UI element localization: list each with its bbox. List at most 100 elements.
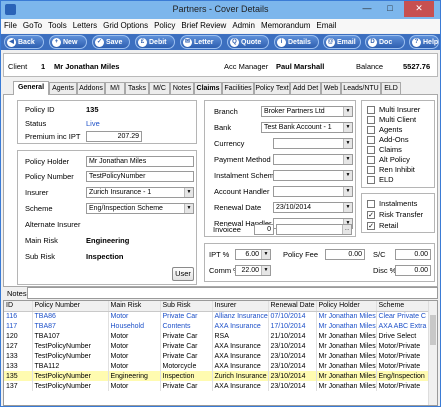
table-row[interactable]: 135 TestPolicyNumber Engineering Inspection… (4, 371, 436, 381)
scheme-label: Scheme (25, 204, 53, 213)
tab-leads-ntu[interactable]: Leads/NTU (341, 82, 381, 94)
sc-field[interactable]: 0.00 (395, 249, 431, 260)
col-id[interactable]: ID (4, 301, 33, 312)
invoicee-number[interactable]: 0 (254, 224, 274, 235)
details-button[interactable]: i Details (274, 35, 319, 49)
menu-admin[interactable]: Admin (229, 19, 258, 33)
risk-transfer-checkbox[interactable]: ✓ (367, 211, 375, 219)
tab-web[interactable]: Web (321, 82, 341, 94)
table-row[interactable]: 127 TestPolicyNumber Motor Private Car AXA I… (4, 341, 436, 351)
col-policy-number[interactable]: Policy Number (32, 301, 109, 312)
help-button[interactable]: ? Help (409, 35, 439, 49)
instalments-label: Instalments (379, 199, 418, 208)
table-row[interactable]: 133 TBA112 Motor Motorcycle AXA Insurance 23/… (4, 361, 436, 371)
policy-holder-field[interactable]: Mr Jonathan Miles (86, 156, 194, 167)
scrollbar-thumb[interactable] (430, 315, 436, 345)
email-button[interactable]: @ Email (323, 35, 361, 49)
close-icon[interactable]: ✕ (404, 1, 434, 17)
tab-agents[interactable]: Agents (49, 82, 77, 94)
col-scheme[interactable]: Scheme (376, 301, 436, 312)
payment-method-select[interactable]: ▼ (273, 154, 353, 165)
col-sub-risk[interactable]: Sub Risk (160, 301, 213, 312)
claims-checkbox[interactable] (367, 146, 375, 154)
maximize-icon[interactable]: □ (379, 1, 401, 17)
table-row[interactable]: 117 TBA87 Household Contents AXA Insurance 17… (4, 321, 436, 331)
menu-grid-options[interactable]: Grid Options (100, 19, 151, 33)
table-row[interactable]: 120 TBA107 Motor Private Car RSA 21/10/2014 Mr… (4, 331, 436, 341)
multi-insurer-checkbox[interactable] (367, 106, 375, 114)
table-cell: TBA87 (32, 321, 109, 331)
minimize-icon[interactable]: — (356, 1, 378, 17)
policy-fee-field[interactable]: 0.00 (325, 249, 365, 260)
table-row[interactable]: 133 TestPolicyNumber Motor Private Car AXA I… (4, 351, 436, 361)
doc-man-button[interactable]: DDoc Man (365, 35, 405, 60)
col-main-risk[interactable]: Main Risk (108, 301, 161, 312)
grid-scrollbar[interactable] (428, 301, 437, 405)
tab-facilities[interactable]: Facilities (222, 82, 254, 94)
letter-button[interactable]: ✉ Letter (180, 35, 222, 49)
table-cell: Private Car (160, 351, 213, 361)
policy-number-field[interactable]: TestPolicyNumber (86, 171, 194, 182)
back-button[interactable]: ◀ Back (4, 35, 44, 49)
eld-checkbox[interactable] (367, 176, 375, 184)
user-button[interactable]: User (172, 267, 194, 281)
invoicee-field[interactable]: … (276, 224, 352, 235)
premium-field[interactable]: 207.29 (86, 131, 142, 142)
retail-checkbox[interactable]: ✓ (367, 222, 375, 230)
col-insurer[interactable]: Insurer (212, 301, 269, 312)
col-renewal-date[interactable]: Renewal Date (268, 301, 317, 312)
disc-field[interactable]: 0.00 (395, 265, 431, 276)
tab-tasks[interactable]: Tasks (125, 82, 149, 94)
renewal-date-label: Renewal Date (214, 203, 262, 212)
instalments-checkbox[interactable] (367, 200, 375, 208)
tab-add-det[interactable]: Add Det (290, 82, 321, 94)
multi-client-checkbox[interactable] (367, 116, 375, 124)
menu-brief-review[interactable]: Brief Review (178, 19, 229, 33)
premium-label: Premium inc IPT (25, 132, 81, 141)
table-cell: 23/10/2014 (268, 381, 317, 391)
comm-select[interactable]: 22.00 ▼ (235, 265, 271, 276)
search-icon[interactable]: … (342, 225, 351, 234)
table-row[interactable]: 116 TBA86 Motor Private Car Allianz Insuranc… (4, 311, 436, 321)
scheme-select[interactable]: Eng/Inspection Scheme ▼ (86, 203, 194, 214)
menu-policy[interactable]: Policy (151, 19, 178, 33)
notes-field[interactable] (27, 287, 438, 299)
save-button[interactable]: ✓ Save (92, 35, 130, 49)
ipt-select[interactable]: 6.00 ▼ (235, 249, 271, 260)
tab-mi[interactable]: M/I (105, 82, 125, 94)
calendar-icon[interactable]: ▼ (343, 203, 352, 212)
menu-goto[interactable]: GoTo (20, 19, 45, 33)
insurer-select[interactable]: Zurich Insurance - 1 ▼ (86, 187, 194, 198)
tab-mc[interactable]: M/C (149, 82, 170, 94)
tab-policy-text[interactable]: Policy Text (254, 82, 290, 94)
quote-icon: Q (230, 38, 239, 47)
menu-memorandum[interactable]: Memorandum (258, 19, 313, 33)
menu-tools[interactable]: Tools (45, 19, 70, 33)
alt-policy-checkbox[interactable] (367, 156, 375, 164)
add-ons-checkbox[interactable] (367, 136, 375, 144)
bank-select[interactable]: Test Bank Account - 1 ▼ (261, 122, 353, 133)
menu-letters[interactable]: Letters (70, 19, 100, 33)
ren-inhibit-checkbox[interactable] (367, 166, 375, 174)
menu-file[interactable]: File (1, 19, 20, 33)
tab-general[interactable]: General (13, 81, 49, 95)
quote-button[interactable]: Q Quote (227, 35, 269, 49)
tab-notes[interactable]: Notes (170, 82, 194, 94)
currency-select[interactable]: ▼ (273, 138, 353, 149)
table-cell: Private Car (160, 381, 213, 391)
table-row[interactable]: 137 TestPolicyNumber Motor Private Car AXA I… (4, 381, 436, 391)
menu-email[interactable]: Email (313, 19, 339, 33)
renewal-date-field[interactable]: 23/10/2014 ▼ (273, 202, 353, 213)
table-cell: Mr Jonathan Miles (316, 351, 377, 361)
tab-addons[interactable]: Addons (77, 82, 105, 94)
agents-checkbox[interactable] (367, 126, 375, 134)
instalment-scheme-select[interactable]: ▼ (273, 170, 353, 181)
branch-select[interactable]: Broker Partners Ltd ▼ (261, 106, 353, 117)
main-risk-value: Engineering (86, 236, 130, 245)
tab-eld[interactable]: ELD (381, 82, 401, 94)
col-policy-holder[interactable]: Policy Holder (316, 301, 377, 312)
tab-claims[interactable]: Claims (194, 82, 222, 94)
account-handler-select[interactable]: ▼ (273, 186, 353, 197)
new-button[interactable]: + New (49, 35, 87, 49)
debit-button[interactable]: £ Debit (135, 35, 175, 49)
